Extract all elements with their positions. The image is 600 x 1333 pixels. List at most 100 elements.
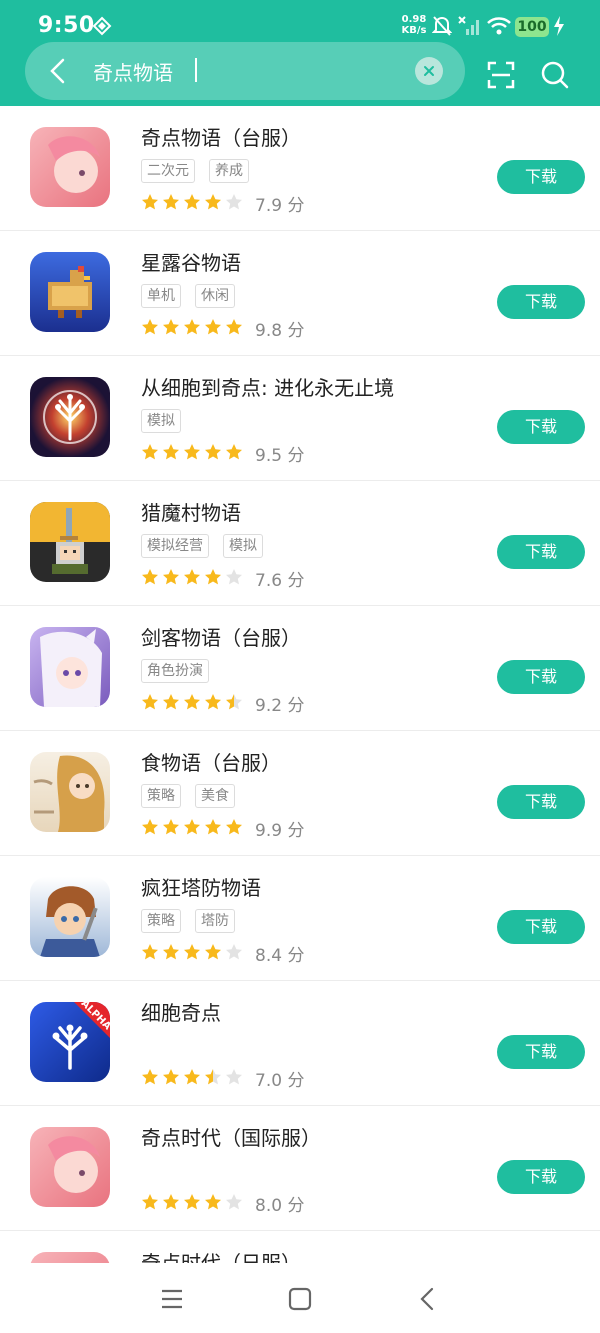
- star-icon: [141, 1068, 159, 1090]
- star-icon: [141, 193, 159, 215]
- app-title[interactable]: 猎魔村物语: [141, 497, 241, 526]
- star-icon: [204, 943, 222, 965]
- download-button[interactable]: 下载: [497, 785, 585, 819]
- score-text: 7.0 分: [255, 1071, 305, 1091]
- rating-row: 9.2 分: [141, 691, 304, 716]
- app-icon[interactable]: [30, 127, 110, 207]
- star-icon: [225, 193, 243, 215]
- star-icon: [225, 318, 243, 340]
- app-tag: 单机: [141, 284, 181, 308]
- result-item[interactable]: 奇点时代（日服）: [0, 1231, 600, 1263]
- tag-list: 模拟: [141, 409, 181, 433]
- scan-icon[interactable]: [486, 60, 516, 90]
- app-tag: 二次元: [141, 159, 195, 183]
- score-text: 9.2 分: [255, 696, 305, 716]
- clear-icon[interactable]: [415, 57, 443, 85]
- star-icon: [204, 318, 222, 340]
- tag-list: 角色扮演: [141, 659, 209, 683]
- result-item[interactable]: 星露谷物语 单机 休闲 9.8 分 下载: [0, 231, 600, 356]
- app-icon[interactable]: [30, 502, 110, 582]
- net-speed-unit: KB/s: [401, 25, 427, 36]
- app-tag: 养成: [209, 159, 249, 183]
- download-button[interactable]: 下载: [497, 535, 585, 569]
- star-rating: [141, 693, 243, 715]
- app-title[interactable]: 奇点物语（台服）: [141, 122, 301, 151]
- star-icon: [162, 443, 180, 465]
- result-item[interactable]: 疯狂塔防物语 策略 塔防 8.4 分 下载: [0, 856, 600, 981]
- rating-row: 9.5 分: [141, 441, 304, 466]
- result-item[interactable]: 剑客物语（台服） 角色扮演 9.2 分 下载: [0, 606, 600, 731]
- star-icon: [141, 443, 159, 465]
- app-icon[interactable]: [30, 627, 110, 707]
- result-item[interactable]: 奇点时代（国际服） 8.0 分 下载: [0, 1106, 600, 1231]
- download-button[interactable]: 下载: [497, 410, 585, 444]
- result-item[interactable]: 奇点物语（台服） 二次元 养成 7.9 分 下载: [0, 106, 600, 231]
- app-title[interactable]: 细胞奇点: [141, 997, 221, 1026]
- home-icon[interactable]: [286, 1285, 314, 1313]
- rating-row: 8.4 分: [141, 941, 304, 966]
- search-bar: 奇点物语: [25, 42, 465, 100]
- star-rating: [141, 318, 243, 340]
- back-arrow-icon[interactable]: [43, 56, 73, 86]
- star-icon: [183, 818, 201, 840]
- star-icon: [183, 193, 201, 215]
- download-button[interactable]: 下载: [497, 160, 585, 194]
- star-icon: [204, 443, 222, 465]
- menu-icon[interactable]: [158, 1285, 186, 1313]
- search-icon[interactable]: [540, 60, 570, 90]
- battery-indicator: 100: [515, 17, 549, 37]
- star-icon: [225, 693, 243, 715]
- app-title[interactable]: 奇点时代（日服）: [141, 1247, 301, 1263]
- star-icon: [183, 1193, 201, 1215]
- app-icon[interactable]: ALPHA: [30, 1002, 110, 1082]
- result-item[interactable]: 食物语（台服） 策略 美食 9.9 分 下载: [0, 731, 600, 856]
- star-rating: [141, 193, 243, 215]
- star-icon: [183, 443, 201, 465]
- app-icon[interactable]: [30, 1252, 110, 1263]
- download-button[interactable]: 下载: [497, 910, 585, 944]
- app-icon[interactable]: [30, 877, 110, 957]
- app-tag: 塔防: [195, 909, 235, 933]
- star-icon: [204, 568, 222, 590]
- download-button[interactable]: 下载: [497, 285, 585, 319]
- app-title[interactable]: 星露谷物语: [141, 247, 241, 276]
- app-title[interactable]: 食物语（台服）: [141, 747, 281, 776]
- download-button[interactable]: 下载: [497, 660, 585, 694]
- result-item[interactable]: 从细胞到奇点: 进化永无止境模拟 9.5 分 下载: [0, 356, 600, 481]
- app-title[interactable]: 奇点时代（国际服）: [141, 1122, 321, 1151]
- star-icon: [183, 568, 201, 590]
- signal-icon: [457, 15, 481, 41]
- star-icon: [183, 1068, 201, 1090]
- app-icon[interactable]: [30, 252, 110, 332]
- star-icon: [183, 693, 201, 715]
- star-icon: [225, 818, 243, 840]
- app-title[interactable]: 剑客物语（台服）: [141, 622, 301, 651]
- star-icon: [204, 193, 222, 215]
- star-icon: [225, 943, 243, 965]
- search-input[interactable]: 奇点物语: [93, 57, 173, 86]
- star-icon: [204, 1193, 222, 1215]
- app-icon[interactable]: [30, 752, 110, 832]
- app-title[interactable]: 从细胞到奇点: 进化永无止境: [141, 372, 394, 401]
- star-icon: [141, 318, 159, 340]
- app-tag: 休闲: [195, 284, 235, 308]
- app-title[interactable]: 疯狂塔防物语: [141, 872, 261, 901]
- star-icon: [162, 318, 180, 340]
- tag-list: 策略 美食: [141, 784, 235, 808]
- star-icon: [141, 1193, 159, 1215]
- app-tag: 模拟: [141, 409, 181, 433]
- download-button[interactable]: 下载: [497, 1035, 585, 1069]
- app-icon[interactable]: [30, 377, 110, 457]
- score-text: 9.9 分: [255, 821, 305, 841]
- app-icon[interactable]: [30, 1127, 110, 1207]
- download-button[interactable]: 下载: [497, 1160, 585, 1194]
- star-rating: [141, 818, 243, 840]
- result-item[interactable]: ALPHA 细胞奇点 7.0 分 下载: [0, 981, 600, 1106]
- app-tag: 角色扮演: [141, 659, 209, 683]
- star-rating: [141, 1193, 243, 1215]
- score-text: 9.5 分: [255, 446, 305, 466]
- nav-back-icon[interactable]: [414, 1285, 442, 1313]
- star-icon: [162, 193, 180, 215]
- score-text: 8.4 分: [255, 946, 305, 966]
- result-item[interactable]: 猎魔村物语 模拟经营 模拟 7.6 分 下载: [0, 481, 600, 606]
